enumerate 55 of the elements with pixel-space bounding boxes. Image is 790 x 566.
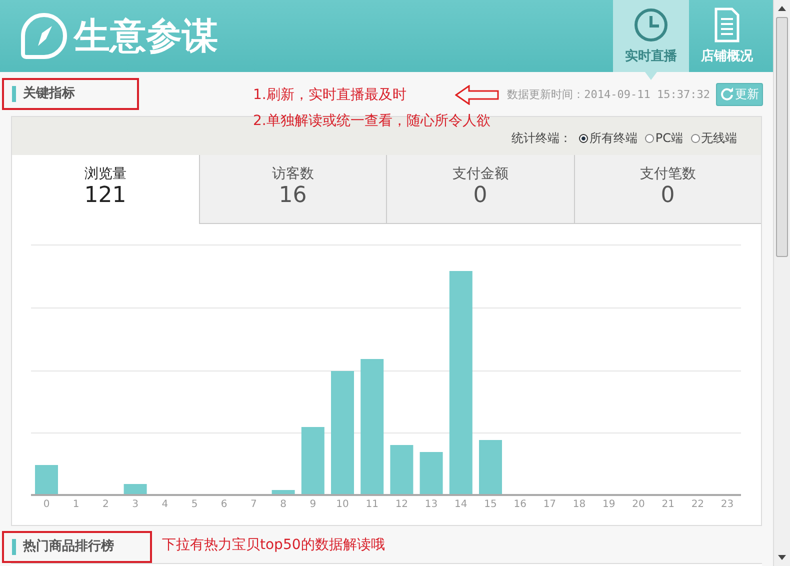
axis-label: 20 (632, 499, 645, 510)
clock-icon (633, 7, 669, 43)
terminal-radio[interactable]: 无线端 (691, 130, 737, 147)
axis-label: 21 (662, 499, 674, 510)
annotation-text: 下拉有热力宝贝top50的数据解读哦 (162, 536, 385, 554)
arrow-left-icon (455, 85, 499, 105)
axis-label: 13 (424, 499, 438, 510)
axis-label: 4 (162, 499, 168, 510)
axis-label: 19 (602, 499, 616, 510)
axis-label: 1 (72, 499, 80, 510)
compass-logo-icon (20, 12, 68, 60)
terminal-label: 统计终端： (511, 130, 572, 147)
axis-label: 23 (720, 499, 734, 510)
chart-bar (301, 427, 324, 495)
axis-label: 11 (366, 499, 378, 510)
document-icon (712, 7, 742, 43)
annotation-text: 2.单独解读或统一查看，随心所令人欲 (253, 112, 490, 130)
axis-label: 22 (691, 499, 704, 510)
pointer-icon (645, 72, 657, 80)
terminal-radio[interactable]: 所有终端 (579, 130, 638, 147)
axis-label: 7 (250, 499, 257, 510)
scroll-up-icon[interactable] (778, 6, 786, 11)
refresh-icon (720, 87, 734, 101)
chart-bar (390, 445, 414, 495)
metric-tab[interactable]: 访客数 16 (198, 155, 386, 224)
chart-bar (272, 490, 295, 495)
metric-tab[interactable]: 支付笔数 0 (574, 155, 761, 224)
section-title: 关键指标 (12, 86, 75, 102)
axis-label: 10 (336, 499, 349, 510)
axis-label: 6 (220, 499, 228, 510)
annotation-text: 1.刷新，实时直播最及时 (253, 86, 406, 104)
chart-bar (479, 440, 502, 495)
app-title: 生意参谋 (74, 14, 218, 58)
axis-label: 17 (543, 499, 556, 510)
axis-label: 0 (43, 499, 50, 510)
axis-label: 12 (395, 499, 408, 510)
axis-label: 16 (514, 499, 526, 510)
metric-tab[interactable]: 支付金额 0 (386, 155, 574, 224)
axis-label: 15 (484, 499, 497, 510)
update-time: 数据更新时间：2014-09-11 15:37:32 (507, 86, 710, 102)
section-title: 热门商品排行榜 (12, 538, 114, 554)
axis-label: 2 (102, 499, 109, 510)
axis-label: 14 (454, 499, 468, 510)
axis-label: 3 (132, 499, 138, 510)
axis-label: 8 (280, 499, 286, 510)
scroll-thumb[interactable] (776, 17, 788, 257)
scroll-down-icon[interactable] (778, 555, 786, 560)
chart-bar (420, 452, 443, 495)
axis-label: 9 (310, 499, 316, 510)
scrollbar[interactable] (773, 0, 790, 566)
chart-bar (35, 465, 58, 495)
terminal-radio[interactable]: PC端 (645, 130, 683, 147)
axis-label: 5 (191, 499, 198, 510)
axis-label: 18 (572, 499, 586, 510)
chart-bar (124, 484, 147, 495)
